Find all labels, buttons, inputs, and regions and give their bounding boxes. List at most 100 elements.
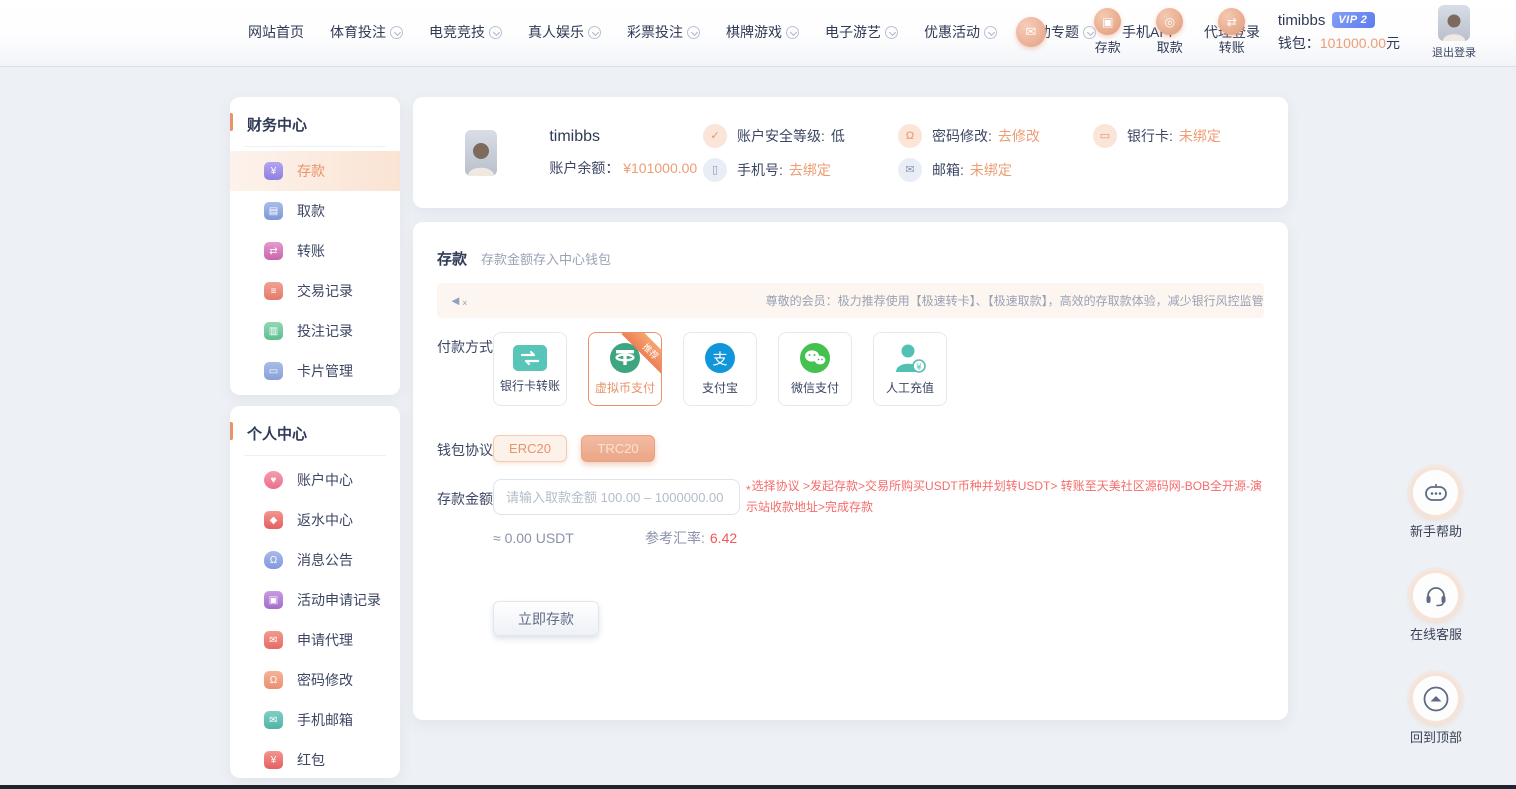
balance-label: 账户余额： <box>549 159 620 176</box>
deposit-amount-label: 存款金额 <box>437 491 493 507</box>
sidebar-item-phone-email[interactable]: ✉ 手机邮箱 <box>230 700 400 740</box>
sidebar-item-withdraw[interactable]: ▤ 取款 <box>230 191 400 231</box>
sidebar-item-label: 消息公告 <box>297 552 353 568</box>
balance-value: ¥101000.00 <box>623 159 698 176</box>
sidebar-item-betting-records[interactable]: ▥ 投注记录 <box>230 311 400 351</box>
chevron-down-icon <box>489 25 502 39</box>
activity-application-icon: ▣ <box>264 591 283 609</box>
red-packet-icon: ¥ <box>264 751 283 769</box>
svg-text:支: 支 <box>712 350 727 368</box>
sidebar-item-change-password[interactable]: Ω 密码修改 <box>230 660 400 700</box>
nav-item-esports[interactable]: 电竞竞技 <box>429 22 502 42</box>
payment-manual-recharge[interactable]: ¥ 人工充值 <box>873 332 947 406</box>
sidebar-item-transaction-records[interactable]: ≡ 交易记录 <box>230 271 400 311</box>
card-management-icon: ▭ <box>264 362 283 380</box>
bank-card-transfer-icon <box>513 345 547 371</box>
sidebar-item-apply-agent[interactable]: ✉ 申请代理 <box>230 620 400 660</box>
quick-withdraw-button[interactable]: ◎ 取款 <box>1148 8 1192 56</box>
sidebar-item-label: 活动申请记录 <box>297 592 381 608</box>
manual-recharge-icon: ¥ <box>896 344 926 373</box>
sidebar-item-transfer[interactable]: ⇄ 转账 <box>230 231 400 271</box>
sidebar-item-card-management[interactable]: ▭ 卡片管理 <box>230 351 400 391</box>
nav-item-home[interactable]: 网站首页 <box>248 22 304 42</box>
payment-alipay[interactable]: 支 支付宝 <box>683 332 757 406</box>
nav-item-board-games[interactable]: 棋牌游戏 <box>726 22 799 42</box>
divider <box>244 146 386 147</box>
section-accent-bar <box>230 113 233 131</box>
protocol-trc20-button[interactable]: TRC20 <box>581 435 655 462</box>
avatar <box>465 129 498 176</box>
security-level-item: ✓ 账户安全等级: 低 <box>703 123 898 148</box>
quick-deposit-button[interactable]: ▣ 存款 <box>1086 8 1130 56</box>
payment-label: 支付宝 <box>701 381 738 395</box>
sidebar-item-label: 存款 <box>297 163 325 179</box>
nav-label: 彩票投注 <box>627 24 683 40</box>
wallet-value: 101000.00 <box>1319 34 1386 51</box>
bank-card-icon: ▭ <box>1093 123 1117 148</box>
lock-icon: Ω <box>264 671 283 689</box>
nav-item-slots[interactable]: 电子游艺 <box>825 22 898 42</box>
phone-icon: ▯ <box>703 157 727 182</box>
chevron-down-icon <box>588 25 601 39</box>
phone-item: ▯ 手机号: 去绑定 <box>703 157 898 182</box>
section-title: 财务中心 <box>247 117 308 134</box>
robot-icon <box>1413 470 1459 515</box>
mail-icon: ✉ <box>898 157 922 182</box>
message-icon[interactable]: ✉ <box>1015 17 1046 47</box>
rebate-center-icon: ◆ <box>264 511 283 529</box>
security-label: 账户安全等级: <box>737 127 825 144</box>
sidebar-item-label: 卡片管理 <box>297 363 353 379</box>
deposit-amount-input[interactable] <box>493 479 740 515</box>
shield-icon: ✓ <box>703 123 727 148</box>
online-service-button[interactable]: 在线客服 <box>1410 573 1462 643</box>
nav-label: 体育投注 <box>330 24 386 40</box>
back-to-top-button[interactable]: 回到顶部 <box>1410 676 1462 746</box>
nav-label: 网站首页 <box>248 24 304 40</box>
protocol-erc20-button[interactable]: ERC20 <box>493 435 567 462</box>
payment-label: 人工充值 <box>885 381 934 395</box>
payment-wechat[interactable]: 微信支付 <box>778 332 852 406</box>
quick-transfer-label: 转账 <box>1218 40 1245 55</box>
header-right-cluster: ✉ ▣ 存款 ◎ 取款 ⇄ 转账 timibbs VIP 2 钱包：101000… <box>1015 0 1476 64</box>
nav-label: 优惠活动 <box>924 24 980 40</box>
sidebar-personal-center: 个人中心 ♥ 账户中心 ◆ 返水中心 Ω 消息公告 ▣ 活动申请记录 ✉ 申请代… <box>230 406 400 778</box>
deposit-now-button[interactable]: 立即存款 <box>493 601 599 636</box>
password-change-link[interactable]: 去修改 <box>998 126 1040 146</box>
sidebar-item-announcements[interactable]: Ω 消息公告 <box>230 540 400 580</box>
email-bind-link[interactable]: 未绑定 <box>970 160 1012 180</box>
divider <box>244 455 386 456</box>
rate-label: 参考汇率: <box>645 530 705 546</box>
logout-button[interactable]: 退出登录 <box>1432 4 1476 60</box>
payment-bank-transfer[interactable]: 银行卡转账 <box>493 332 567 406</box>
mail-icon: ✉ <box>264 711 283 729</box>
avatar <box>1438 4 1470 41</box>
newbie-help-button[interactable]: 新手帮助 <box>1410 470 1462 540</box>
notice-text: 尊敬的会员：极力推荐使用【极速转卡】、【极速取款】，高效的存取款体验，减少银行风… <box>765 294 1264 308</box>
transaction-records-icon: ≡ <box>264 282 283 300</box>
wallet-protocol-label: 钱包协议 <box>437 442 493 458</box>
sidebar-item-rebate-center[interactable]: ◆ 返水中心 <box>230 500 400 540</box>
bankcard-label: 银行卡: <box>1127 127 1173 144</box>
required-asterisk: * <box>746 483 751 497</box>
nav-item-sports[interactable]: 体育投注 <box>330 22 403 42</box>
nav-label: 真人娱乐 <box>528 24 584 40</box>
sidebar-item-red-packet[interactable]: ¥ 红包 <box>230 740 400 780</box>
email-label: 邮箱: <box>932 161 964 178</box>
security-value: 低 <box>830 127 845 144</box>
back-to-top-label: 回到顶部 <box>1409 730 1462 745</box>
bankcard-bind-link[interactable]: 未绑定 <box>1179 126 1221 146</box>
nav-item-promotions[interactable]: 优惠活动 <box>924 22 997 42</box>
phone-bind-link[interactable]: 去绑定 <box>789 160 831 180</box>
sidebar-item-account-center[interactable]: ♥ 账户中心 <box>230 460 400 500</box>
payment-crypto[interactable]: 虚拟币支付 推荐 <box>588 332 662 406</box>
sidebar-item-deposit[interactable]: ¥ 存款 <box>230 151 400 191</box>
deposit-title: 存款 <box>437 251 468 268</box>
profile-username: timibbs <box>549 127 601 145</box>
quick-transfer-button[interactable]: ⇄ 转账 <box>1210 8 1254 56</box>
deposit-icon: ▣ <box>1094 8 1122 35</box>
alipay-icon: 支 <box>705 343 735 373</box>
sidebar-item-label: 交易记录 <box>297 283 353 299</box>
nav-item-live-casino[interactable]: 真人娱乐 <box>528 22 601 42</box>
nav-item-lottery[interactable]: 彩票投注 <box>627 22 700 42</box>
sidebar-item-activity-applications[interactable]: ▣ 活动申请记录 <box>230 580 400 620</box>
